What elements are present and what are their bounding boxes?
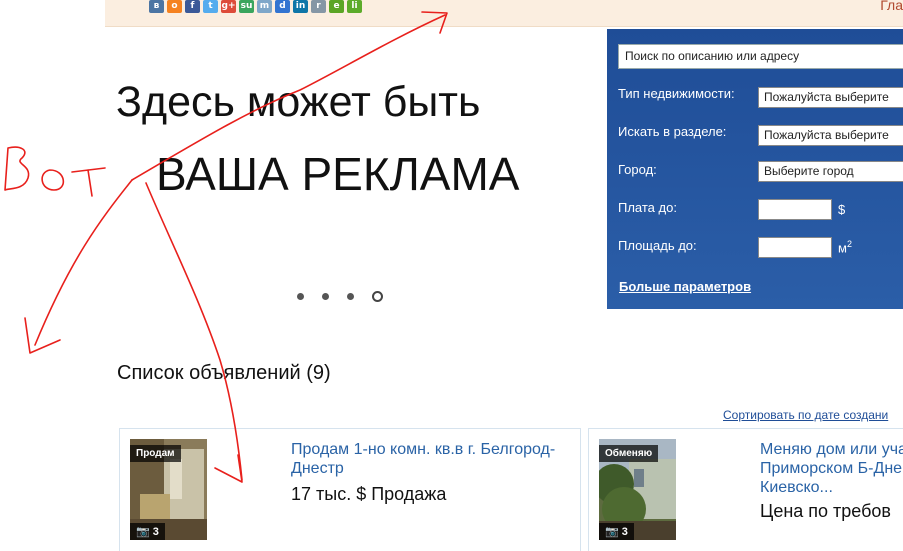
property-type-label: Тип недвижимости: xyxy=(618,86,735,101)
google-plus-icon[interactable]: g+ xyxy=(221,0,236,13)
photo-count-value: 3 xyxy=(621,526,628,538)
price-unit: $ xyxy=(838,202,846,217)
price-input[interactable] xyxy=(758,199,832,220)
section-label: Искать в разделе: xyxy=(618,124,727,139)
search-input[interactable]: Поиск по описанию или адресу xyxy=(618,44,903,69)
sort-by-date-link[interactable]: Сортировать по дате создани xyxy=(723,408,888,422)
ad-line-2: ВАША РЕКЛАМА xyxy=(156,148,520,200)
twitter-icon[interactable]: t xyxy=(203,0,218,13)
slide-dot-4-active[interactable] xyxy=(372,291,383,302)
vkontakte-icon[interactable]: в xyxy=(149,0,164,13)
ad-line-1: Здесь может быть xyxy=(116,78,481,126)
listings-heading: Список объявлений (9) xyxy=(117,362,331,384)
property-type-select[interactable]: Пожалуйста выберите xyxy=(758,87,903,108)
slider-dots xyxy=(297,291,383,302)
camera-icon: 📷 xyxy=(605,526,619,538)
listing-photo[interactable]: Обменяю 📷 3 xyxy=(599,439,676,540)
top-bar: в о f t g+ su m d in r e li Гла xyxy=(105,0,903,27)
handwritten-letter-o xyxy=(41,169,65,191)
share-icons: в о f t g+ su m d in r e li xyxy=(149,0,362,13)
photo-count-value: 3 xyxy=(152,526,159,538)
listing-card-2[interactable]: Обменяю 📷 3 Меняю дом или уча Приморском… xyxy=(588,428,903,551)
listing-price: Цена по требов xyxy=(760,501,891,521)
area-unit-sup: 2 xyxy=(846,239,852,249)
stumbleupon-icon[interactable]: su xyxy=(239,0,254,13)
city-label: Город: xyxy=(618,162,657,177)
area-unit-text: м xyxy=(838,240,847,256)
listing-card-1[interactable]: Продам 📷 3 Продам 1-но комн. кв.в г. Бел… xyxy=(119,428,581,551)
section-select[interactable]: Пожалуйста выберите xyxy=(758,125,903,146)
price-label: Плата до: xyxy=(618,200,677,215)
myspace-icon[interactable]: m xyxy=(257,0,272,13)
evernote-icon[interactable]: e xyxy=(329,0,344,13)
listing-price: 17 тыс. $ Продажа xyxy=(291,484,447,504)
camera-icon: 📷 xyxy=(136,526,150,538)
arrow-head-left xyxy=(24,317,61,354)
photo-count: 📷 3 xyxy=(599,523,634,540)
area-label: Площадь до: xyxy=(618,238,697,253)
area-input[interactable] xyxy=(758,237,832,258)
photo-count: 📷 3 xyxy=(130,523,165,540)
arrow-to-left xyxy=(34,179,133,346)
listing-badge: Продам xyxy=(130,445,181,462)
slide-dot-1[interactable] xyxy=(297,293,304,300)
slide-dot-3[interactable] xyxy=(347,293,354,300)
city-select[interactable]: Выберите город xyxy=(758,161,903,182)
facebook-icon[interactable]: f xyxy=(185,0,200,13)
listing-title[interactable]: Меняю дом или уча Приморском Б-Дне Киевс… xyxy=(760,440,903,497)
listing-photo[interactable]: Продам 📷 3 xyxy=(130,439,207,540)
nav-link-main[interactable]: Гла xyxy=(880,0,903,13)
more-params-link[interactable]: Больше параметров xyxy=(619,279,751,294)
liveinternet-icon[interactable]: li xyxy=(347,0,362,13)
handwritten-letter-t xyxy=(71,167,106,197)
listing-title[interactable]: Продам 1-но комн. кв.в г. Белгород-Днест… xyxy=(291,440,581,478)
handwritten-letter-v xyxy=(4,146,30,191)
odnoklassniki-icon[interactable]: о xyxy=(167,0,182,13)
delicious-icon[interactable]: d xyxy=(275,0,290,13)
linkedin-icon[interactable]: in xyxy=(293,0,308,13)
area-unit: м2 xyxy=(838,239,852,255)
search-panel: Поиск по описанию или адресу Тип недвижи… xyxy=(607,29,903,309)
listing-badge: Обменяю xyxy=(599,445,659,462)
reddit-icon[interactable]: r xyxy=(311,0,326,13)
slide-dot-2[interactable] xyxy=(322,293,329,300)
